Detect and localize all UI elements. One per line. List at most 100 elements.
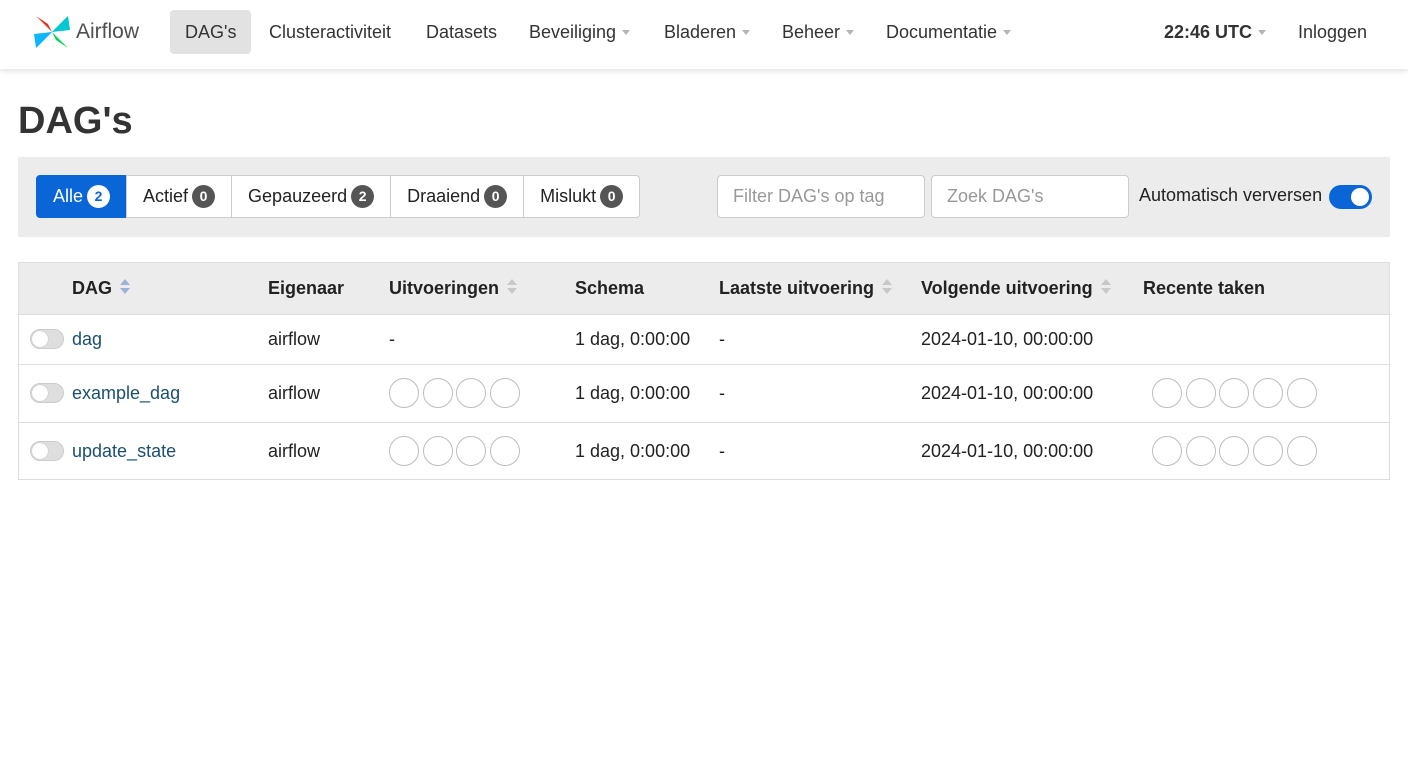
dag-next-run: 2024-01-10, 00:00:00 <box>921 383 1094 403</box>
run-state-circle[interactable] <box>389 436 419 466</box>
caret-down-icon <box>1003 29 1012 35</box>
filter-running-button[interactable]: Draaiend 0 <box>390 175 525 218</box>
dag-id-link[interactable]: dag <box>72 329 102 350</box>
current-time: 22:46 UTC <box>1164 22 1253 42</box>
nav-admin-label: Beheer <box>782 22 841 42</box>
brand-logo-link[interactable]: Airflow <box>32 12 139 52</box>
filter-running-count: 0 <box>484 185 508 208</box>
dag-pause-toggle[interactable] <box>30 329 64 349</box>
toggle-knob <box>32 443 48 459</box>
header-owner: Eigenaar <box>268 263 344 314</box>
nav-cluster-activity[interactable]: Clusteractiviteit <box>254 10 406 54</box>
run-state-circle[interactable] <box>490 436 521 466</box>
search-placeholder: Zoek DAG's <box>947 186 1044 206</box>
dag-last-run: - <box>719 383 725 403</box>
task-state-circle[interactable] <box>1152 436 1182 466</box>
filter-all-button[interactable]: Alle 2 <box>36 175 128 218</box>
filter-paused-button[interactable]: Gepauzeerd 2 <box>231 175 392 218</box>
recent-task-circles <box>1152 378 1320 408</box>
nav-docs-label: Documentatie <box>886 22 998 42</box>
filter-active-count: 0 <box>192 185 216 208</box>
search-input[interactable]: Zoek DAG's <box>931 175 1129 218</box>
toggle-knob <box>32 331 48 347</box>
task-state-circle[interactable] <box>1253 436 1284 466</box>
dag-pause-toggle[interactable] <box>30 383 64 403</box>
task-state-circle[interactable] <box>1286 378 1317 408</box>
dag-id-link[interactable]: update_state <box>72 441 176 462</box>
header-next-run[interactable]: Volgende uitvoering <box>921 263 1111 314</box>
run-state-circle[interactable] <box>422 378 453 408</box>
nav-browse-menu[interactable]: Bladeren <box>649 10 765 54</box>
dag-schedule: 1 dag, 0:00:00 <box>575 441 691 461</box>
dag-run-status-circles <box>389 378 524 408</box>
caret-down-icon <box>742 29 751 35</box>
run-state-circle[interactable] <box>456 436 487 466</box>
dag-next-run: 2024-01-10, 00:00:00 <box>921 329 1094 349</box>
dag-run-status-circles <box>389 436 524 466</box>
header-runs[interactable]: Uitvoeringen <box>389 263 518 314</box>
header-last-run[interactable]: Laatste uitvoering <box>719 263 893 314</box>
page-title: DAG's <box>18 100 133 142</box>
filter-active-button[interactable]: Actief 0 <box>126 175 233 218</box>
nav-cluster-activity-label: Clusteractiviteit <box>269 22 392 42</box>
nav-security-menu[interactable]: Beveiliging <box>514 10 645 54</box>
sort-icon <box>120 279 130 295</box>
filter-all-count: 2 <box>87 185 111 208</box>
run-state-circle[interactable] <box>490 378 521 408</box>
tag-filter-input[interactable]: Filter DAG's op tag <box>717 175 925 218</box>
header-dag[interactable]: DAG <box>72 263 130 314</box>
dag-table: DAG Eigenaar Uitvoeringen Schema Laatste… <box>18 262 1390 480</box>
timezone-menu[interactable]: 22:46 UTC <box>1149 10 1281 54</box>
auto-refresh-label: Automatisch verversen <box>1139 185 1323 205</box>
filter-failed-button[interactable]: Mislukt 0 <box>523 175 641 218</box>
toggle-knob <box>32 385 48 401</box>
filter-running-label: Draaiend <box>407 186 481 206</box>
header-recent-tasks: Recente taken <box>1143 263 1265 314</box>
dag-owner: airflow <box>268 329 321 349</box>
filter-failed-label: Mislukt <box>540 186 597 206</box>
header-last-run-label: Laatste uitvoering <box>719 278 875 298</box>
tag-filter-placeholder: Filter DAG's op tag <box>733 186 885 206</box>
filter-failed-count: 0 <box>600 185 624 208</box>
table-header: DAG Eigenaar Uitvoeringen Schema Laatste… <box>19 263 1389 314</box>
header-dag-label: DAG <box>72 278 112 298</box>
dag-pause-toggle[interactable] <box>30 441 64 461</box>
nav-docs-menu[interactable]: Documentatie <box>871 10 1026 54</box>
filter-active-label: Actief <box>143 186 189 206</box>
filter-bar: Alle 2 Actief 0 Gepauzeerd 2 Draaiend 0 … <box>18 157 1390 237</box>
nav-browse-label: Bladeren <box>664 22 737 42</box>
header-owner-label: Eigenaar <box>268 278 345 298</box>
run-state-circle[interactable] <box>422 436 453 466</box>
task-state-circle[interactable] <box>1286 436 1317 466</box>
filter-all-label: Alle <box>53 186 84 206</box>
dag-last-run: - <box>719 441 725 461</box>
nav-dags[interactable]: DAG's <box>170 10 252 54</box>
login-link[interactable]: Inloggen <box>1283 10 1382 54</box>
auto-refresh-toggle[interactable] <box>1329 185 1372 209</box>
nav-admin-menu[interactable]: Beheer <box>767 10 869 54</box>
nav-datasets[interactable]: Datasets <box>411 10 512 54</box>
nav-dags-label: DAG's <box>185 22 237 42</box>
task-state-circle[interactable] <box>1253 378 1284 408</box>
task-state-circle[interactable] <box>1152 378 1182 408</box>
login-label: Inloggen <box>1298 22 1368 42</box>
run-state-circle[interactable] <box>456 378 487 408</box>
dag-id-link[interactable]: example_dag <box>72 383 180 404</box>
task-state-circle[interactable] <box>1185 378 1216 408</box>
status-filter-group: Alle 2 Actief 0 Gepauzeerd 2 Draaiend 0 … <box>36 175 641 218</box>
filter-paused-count: 2 <box>351 185 375 208</box>
sort-icon <box>882 279 893 295</box>
top-navbar: Airflow DAG's Clusteractiviteit Datasets… <box>0 0 1408 69</box>
header-recent-tasks-label: Recente taken <box>1143 278 1266 298</box>
dag-runs: - <box>389 329 395 349</box>
task-state-circle[interactable] <box>1185 436 1216 466</box>
header-schedule-label: Schema <box>575 278 645 298</box>
brand-name: Airflow <box>76 20 140 43</box>
filter-paused-label: Gepauzeerd <box>248 186 348 206</box>
run-state-circle[interactable] <box>389 378 419 408</box>
header-schedule: Schema <box>575 263 644 314</box>
caret-down-icon <box>622 29 631 35</box>
task-state-circle[interactable] <box>1219 378 1250 408</box>
airflow-logo-icon <box>34 16 70 48</box>
task-state-circle[interactable] <box>1219 436 1250 466</box>
